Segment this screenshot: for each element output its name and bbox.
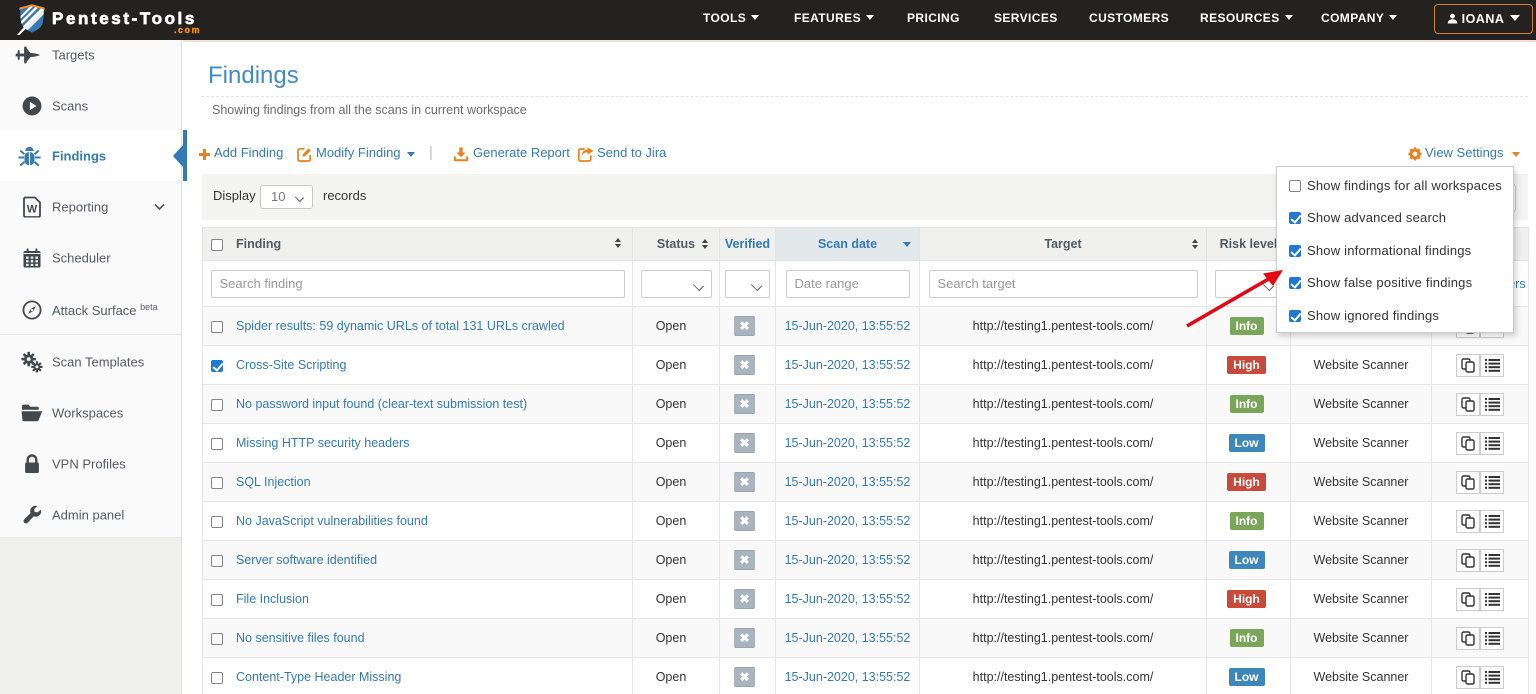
svg-text:W: W: [27, 204, 38, 216]
